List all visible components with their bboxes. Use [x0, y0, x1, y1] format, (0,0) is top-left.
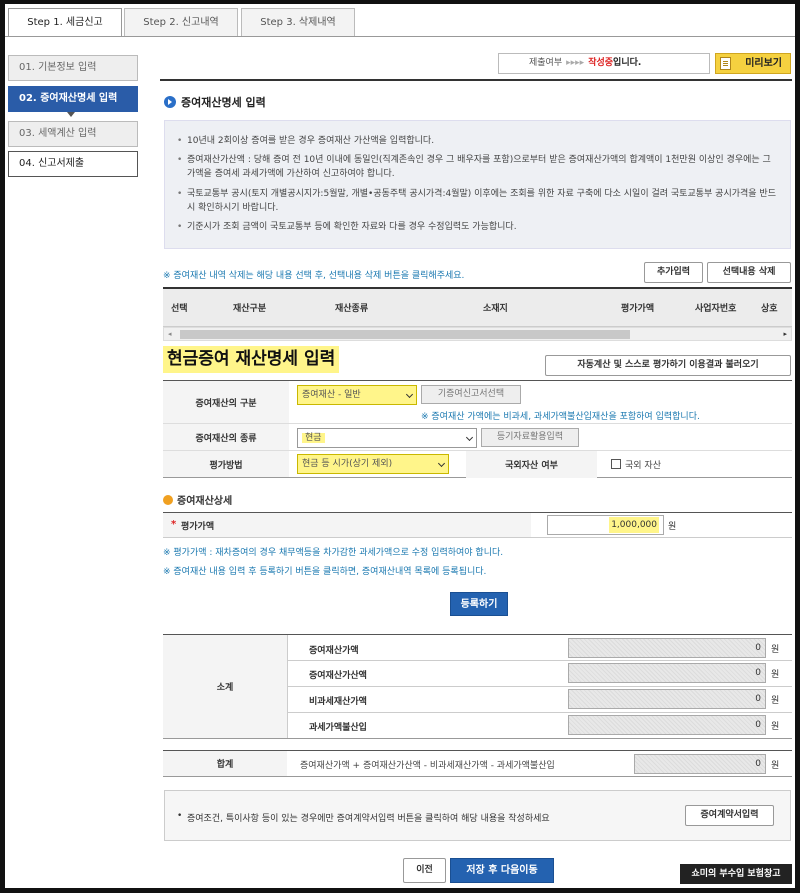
category-note: ※ 증여재산 가액에는 비과세, 과세가액불산입재산을 포함하여 입력합니다. [421, 412, 700, 422]
grid-delete-note: ※ 증여재산 내역 삭제는 해당 내용 선택 후, 선택내용 삭제 버튼을 클릭… [163, 271, 465, 281]
subtotal-row-label: 증여재산가액 [309, 646, 359, 656]
chevron-down-icon [405, 390, 414, 399]
info-item: 10년내 2회이상 증여를 받은 경우 증여재산 가산액을 입력합니다. [177, 134, 777, 148]
preview-label: 미리보기 [745, 58, 782, 69]
total-field: 0 [634, 754, 766, 774]
type-select[interactable]: 현금 [297, 428, 477, 448]
status-state: 작성중 [588, 58, 614, 68]
contract-input-button[interactable]: 증여계약서입력 [685, 805, 774, 826]
grid-scrollbar[interactable]: ◂ ▸ [163, 327, 792, 341]
scrollbar-thumb[interactable] [180, 330, 630, 339]
info-item: 기준시가 조회 금액이 국토교통부 등에 확인한 자료와 다를 경우 수정입력도… [177, 220, 777, 234]
category-select[interactable]: 증여재산 - 일반 [297, 385, 417, 405]
document-icon [720, 57, 731, 70]
scroll-right-icon[interactable]: ▸ [783, 330, 787, 338]
tab-step2[interactable]: Step 2. 신고내역 [124, 8, 238, 36]
unit-label: 원 [771, 696, 780, 706]
foreign-asset-label: 국외 자산 [625, 461, 661, 471]
current-step-arrow-icon [67, 112, 75, 117]
add-entry-button[interactable]: 추가입력 [644, 262, 703, 283]
nontaxable-field: 0 [568, 689, 766, 709]
register-button[interactable]: 등록하기 [450, 592, 508, 616]
chevron-down-icon [437, 459, 446, 468]
cash-gift-title: 현금증여 재산명세 입력 [163, 346, 340, 373]
amount-row: * 평가가액 [163, 513, 792, 538]
total-formula: 증여재산가액 + 증여재산가산액 - 비과세재산가액 - 과세가액불산입 [300, 761, 555, 771]
detail-title: 증여재산상세 [163, 492, 232, 507]
submission-status: 제출여부 ▸▸▸▸ 작성중입니다. [498, 53, 710, 74]
preview-button[interactable]: 미리보기 [715, 53, 791, 74]
auto-calc-load-button[interactable]: 자동계산 및 스스로 평가하기 이용결과 불러오기 [545, 355, 791, 376]
info-box: 10년내 2회이상 증여를 받은 경우 증여재산 가산액을 입력합니다. 증여재… [164, 120, 791, 249]
registry-data-button[interactable]: 등기자료활용입력 [481, 428, 579, 447]
contract-box: • 증여조건, 특이사항 등이 있는 경우에만 증여계약서입력 버튼을 클릭하여… [164, 790, 791, 841]
method-select[interactable]: 현금 등 시가(상기 제외) [297, 454, 449, 474]
col-category: 재산구분 [233, 304, 267, 314]
play-circle-icon [164, 96, 176, 108]
scroll-left-icon[interactable]: ◂ [168, 330, 172, 338]
bullet-icon [163, 495, 173, 505]
chevron-down-icon [465, 433, 474, 442]
col-location: 소재지 [483, 304, 508, 314]
excluded-field: 0 [568, 715, 766, 735]
amount-input[interactable]: 1,000,000 [547, 515, 664, 535]
required-mark: * [171, 519, 177, 530]
amount-note: ※ 평가가액 : 재차증여의 경우 채무액등을 차가감한 과세가액으로 수정 입… [163, 548, 504, 558]
tab-step3[interactable]: Step 3. 삭제내역 [241, 8, 355, 36]
gift-added-field: 0 [568, 663, 766, 683]
header-divider [160, 79, 792, 81]
prev-report-select-button[interactable]: 기증여신고서선택 [421, 385, 521, 404]
subtotal-label: 소계 [163, 635, 287, 738]
method-row: 평가방법 현금 등 시가(상기 제외) 국외자산 여부 국외 자산 [163, 451, 792, 478]
amount-label: 평가가액 [181, 522, 215, 532]
col-company: 상호 [761, 304, 778, 314]
type-label: 증여재산의 종류 [163, 424, 289, 450]
type-row: 증여재산의 종류 현금 등기자료활용입력 [163, 424, 792, 451]
col-business-no: 사업자번호 [695, 304, 737, 314]
property-grid-header: 선택 재산구분 재산종류 소재지 평가가액 사업자번호 상호 [163, 287, 792, 327]
unit-label: 원 [771, 670, 780, 680]
section-title-text: 증여재산명세 입력 [181, 96, 266, 109]
info-item: 국토교통부 공시(토지 개별공시지가:5월말, 개별•공동주택 공시가격:4월말… [177, 187, 777, 215]
gift-value-field: 0 [568, 638, 766, 658]
col-value: 평가가액 [621, 304, 655, 314]
contract-text: 증여조건, 특이사항 등이 있는 경우에만 증여계약서입력 버튼을 클릭하여 해… [187, 814, 550, 824]
subtotal-row-label: 과세가액불산입 [309, 723, 367, 733]
unit-label: 원 [771, 645, 780, 655]
total-label: 합계 [163, 751, 287, 776]
section-title: 증여재산명세 입력 [164, 94, 266, 110]
category-row: 증여재산의 구분 증여재산 - 일반 기증여신고서선택 ※ 증여재산 가액에는 … [163, 381, 792, 424]
foreign-asset-checkbox[interactable] [611, 459, 621, 469]
delete-selected-button[interactable]: 선택내용 삭제 [707, 262, 791, 283]
foreign-label: 국외자산 여부 [466, 451, 597, 478]
category-label: 증여재산의 구분 [163, 381, 289, 423]
subtotal-row-label: 비과세재산가액 [309, 697, 367, 707]
method-label: 평가방법 [163, 451, 289, 477]
status-suffix: 입니다. [613, 58, 642, 68]
tab-divider [5, 36, 795, 37]
unit-label: 원 [771, 722, 780, 732]
unit-label: 원 [771, 761, 780, 771]
status-arrows-icon: ▸▸▸▸ [566, 58, 585, 68]
col-select: 선택 [171, 304, 188, 314]
sidebar-item-tax-calc[interactable]: 03. 세액계산 입력 [8, 121, 138, 147]
register-note: ※ 증여재산 내용 입력 후 등록하기 버튼을 클릭하면, 증여재산내역 목록에… [163, 567, 487, 577]
sidebar-item-basic-info[interactable]: 01. 기본정보 입력 [8, 55, 138, 81]
contract-bullet: • [177, 811, 183, 821]
watermark: 쇼미의 부수입 보험창고 [680, 864, 792, 884]
status-prefix: 제출여부 [529, 58, 563, 68]
save-next-button[interactable]: 저장 후 다음이동 [450, 858, 554, 883]
amount-unit: 원 [668, 522, 677, 532]
subtotal-row-label: 증여재산가산액 [309, 671, 367, 681]
sidebar-item-gift-property[interactable]: 02. 증여재산명세 입력 [8, 86, 138, 112]
col-type: 재산종류 [335, 304, 369, 314]
info-item: 증여재산가산액 : 당해 증여 전 10년 이내에 동일인(직계존속인 경우 그… [177, 153, 777, 181]
prev-button[interactable]: 이전 [403, 858, 446, 883]
sidebar-item-submit[interactable]: 04. 신고서제출 [8, 151, 138, 177]
tab-step1[interactable]: Step 1. 세금신고 [8, 8, 122, 37]
